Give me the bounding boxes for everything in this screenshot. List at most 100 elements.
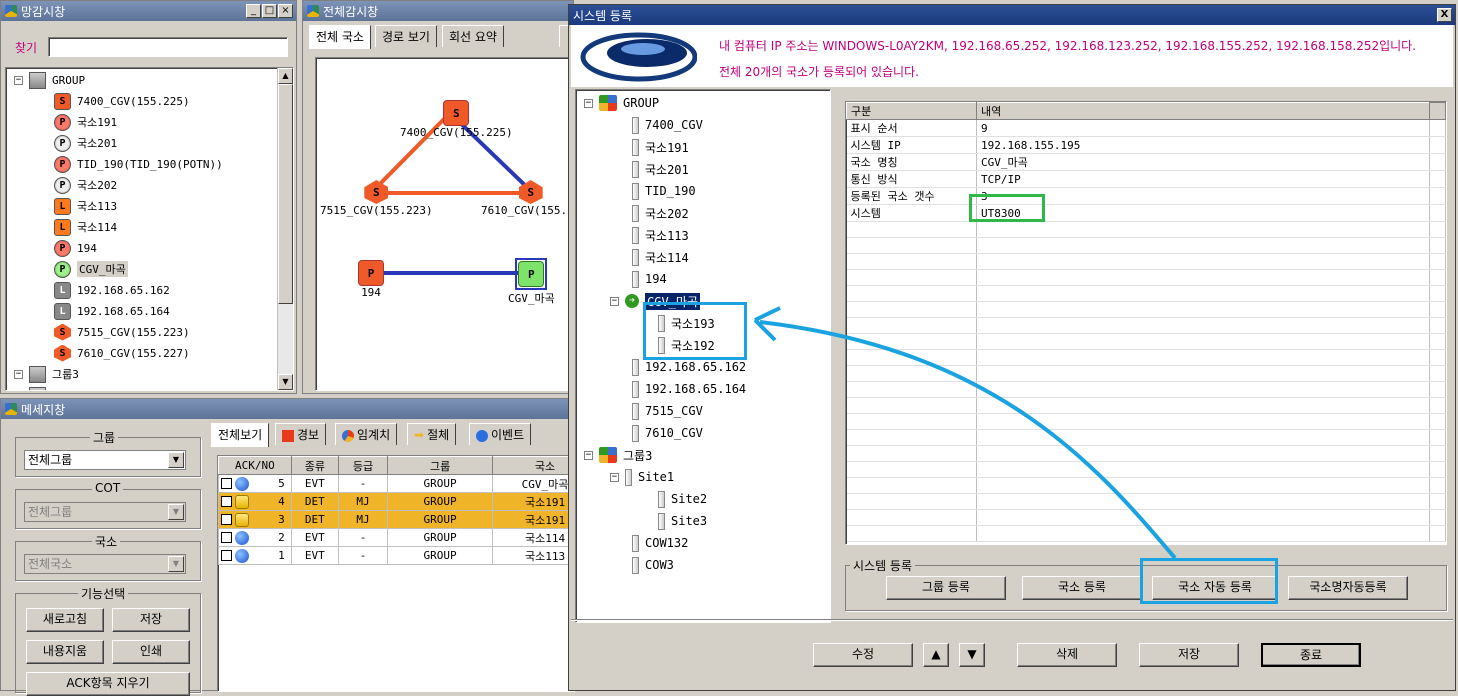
delete-button[interactable]: 삭제: [1017, 643, 1117, 667]
property-value[interactable]: TCP/IP: [976, 170, 1430, 188]
tree-item[interactable]: L 192.168.65.164: [54, 301, 170, 321]
map-node-194[interactable]: P 194: [358, 260, 384, 299]
tree-item[interactable]: 국소114: [632, 246, 689, 268]
tree-item[interactable]: P 국소202: [54, 175, 117, 195]
property-value[interactable]: CGV_마곡: [976, 153, 1430, 171]
tab-event[interactable]: 이벤트: [469, 423, 532, 445]
tree-item[interactable]: 194: [632, 268, 667, 290]
tree-item[interactable]: P CGV_마곡: [54, 259, 128, 279]
col-type[interactable]: 종류: [290, 456, 339, 475]
col-group[interactable]: 그룹: [387, 456, 494, 475]
tab-all-sites[interactable]: 전체 국소: [309, 25, 371, 49]
tree-item[interactable]: P 국소201: [54, 133, 117, 153]
tree-item[interactable]: − 그룹3: [584, 444, 652, 466]
property-row[interactable]: 국소 명칭 CGV_마곡: [846, 153, 1446, 171]
collapse-icon[interactable]: −: [14, 75, 23, 85]
refresh-button[interactable]: 새로고침: [26, 608, 104, 632]
ack-checkbox[interactable]: [221, 478, 232, 489]
property-row[interactable]: 시스템 IP 192.168.155.195: [846, 136, 1446, 154]
search-input[interactable]: [48, 37, 288, 57]
tree-item[interactable]: − GROUP: [584, 92, 659, 114]
property-row[interactable]: 시스템 UT8300: [846, 204, 1446, 222]
tree-item[interactable]: S 7400_CGV(155.225): [54, 91, 190, 111]
group-select[interactable]: 전체그룹 ▼: [24, 450, 186, 470]
tree-item[interactable]: L 국소113: [54, 196, 117, 216]
tree-item[interactable]: 국소113: [632, 224, 689, 246]
site-tree[interactable]: − GROUP S 7400_CGV(155.225) P 국소191 P 국소201 P TID…: [5, 67, 294, 391]
tree-item[interactable]: S 7610_CGV(155.227): [54, 343, 190, 363]
tree-item[interactable]: L 국소114: [54, 217, 117, 237]
tab-path-view[interactable]: 경로 보기: [375, 25, 437, 47]
move-down-button[interactable]: ▼: [959, 643, 985, 667]
tree-item[interactable]: Site2: [658, 488, 707, 510]
property-value[interactable]: 9: [976, 119, 1430, 137]
property-row[interactable]: 통신 방식 TCP/IP: [846, 170, 1446, 188]
map-node-7400[interactable]: S 7400_CGV(155.225): [400, 100, 513, 139]
clear-ack-button[interactable]: ACK항목 지우기: [26, 672, 190, 696]
tree-item[interactable]: COW3: [632, 554, 674, 576]
collapse-icon[interactable]: −: [610, 296, 619, 306]
scroll-down-arrow-icon[interactable]: ▼: [278, 374, 293, 390]
tab-alarm[interactable]: 경보: [275, 423, 327, 445]
site-select[interactable]: 전체국소 ▼: [24, 554, 186, 574]
tree-item[interactable]: P 국소191: [54, 112, 117, 132]
tree-item[interactable]: 국소201: [632, 158, 689, 180]
save-button[interactable]: 저장: [1139, 643, 1239, 667]
close-button[interactable]: ×: [278, 4, 293, 18]
prop-col-category[interactable]: 구분: [846, 102, 977, 120]
map-node-7515[interactable]: S 7515_CGV(155.223): [320, 180, 433, 217]
collapse-icon[interactable]: −: [610, 472, 619, 482]
move-up-button[interactable]: ▲: [923, 643, 949, 667]
collapse-icon[interactable]: −: [14, 369, 23, 379]
chevron-down-icon[interactable]: ▼: [168, 452, 184, 468]
ack-checkbox[interactable]: [221, 496, 232, 507]
tab-threshold[interactable]: 임계치: [335, 423, 398, 445]
property-grid[interactable]: 구분 내역 표시 순서 9 시스템 IP 192.168.155.195 국소 명칭 CG…: [845, 101, 1447, 545]
collapse-icon[interactable]: −: [14, 391, 23, 392]
tree-item[interactable]: − 그룹3: [14, 364, 79, 384]
tab-switchover[interactable]: ➡ 절체: [407, 423, 457, 445]
tree-item[interactable]: 7610_CGV: [632, 422, 703, 444]
clear-button[interactable]: 내용지움: [26, 640, 104, 664]
prop-col-value[interactable]: 내역: [976, 102, 1430, 120]
ack-checkbox[interactable]: [221, 514, 232, 525]
map-node-7610[interactable]: S 7610_CGV(155.22: [481, 180, 572, 217]
collapse-icon[interactable]: −: [584, 98, 593, 108]
col-grade[interactable]: 등급: [337, 456, 389, 475]
tree-item[interactable]: L 192.168.65.162: [54, 280, 170, 300]
property-value[interactable]: 192.168.155.195: [976, 136, 1430, 154]
table-row[interactable]: 4 DET MJ GROUP 국소191: [218, 492, 574, 511]
col-site[interactable]: 국소: [492, 456, 574, 475]
property-row[interactable]: 표시 순서 9: [846, 119, 1446, 137]
ack-checkbox[interactable]: [221, 532, 232, 543]
tree-item[interactable]: TID_190: [632, 180, 696, 202]
property-row[interactable]: 등록된 국소 갯수 3: [846, 187, 1446, 205]
tree-item[interactable]: 국소202: [632, 202, 689, 224]
scroll-up-arrow-icon[interactable]: ▲: [278, 68, 293, 84]
maximize-button[interactable]: □: [262, 4, 277, 18]
print-button[interactable]: 인쇄: [112, 640, 190, 664]
chevron-down-icon[interactable]: ▼: [168, 504, 184, 520]
tab-view-all[interactable]: 전체보기: [211, 423, 270, 447]
message-grid[interactable]: ACK/NO 종류 등급 그룹 국소 5 EVT - GROUP CGV_마곡 4 DET M…: [217, 455, 575, 692]
tree-item[interactable]: − Site1: [14, 385, 85, 392]
table-row[interactable]: 3 DET MJ GROUP 국소191: [218, 510, 574, 529]
col-ack-no[interactable]: ACK/NO: [218, 456, 292, 475]
vertical-scrollbar[interactable]: ▲ ▼: [277, 68, 293, 390]
table-row[interactable]: 2 EVT - GROUP 국소114: [218, 528, 574, 547]
cot-select[interactable]: 전체그룹 ▼: [24, 502, 186, 522]
tree-item[interactable]: 192.168.65.164: [632, 378, 746, 400]
tree-item[interactable]: COW132: [632, 532, 688, 554]
exit-button[interactable]: 종료: [1261, 643, 1361, 667]
table-row[interactable]: 1 EVT - GROUP 국소113: [218, 546, 574, 565]
ack-checkbox[interactable]: [221, 550, 232, 561]
tree-item[interactable]: − GROUP: [14, 70, 85, 90]
auto-register-site-name-button[interactable]: 국소명자동등록: [1288, 576, 1408, 600]
collapse-icon[interactable]: −: [584, 450, 593, 460]
edit-button[interactable]: 수정: [813, 643, 913, 667]
topology-map[interactable]: S 7400_CGV(155.225) S 7515_CGV(155.223) …: [315, 57, 573, 391]
tree-item[interactable]: P 194: [54, 238, 97, 258]
save-button[interactable]: 저장: [112, 608, 190, 632]
register-site-button[interactable]: 국소 등록: [1022, 576, 1142, 600]
tree-item[interactable]: P TID_190(TID_190(POTN)): [54, 154, 223, 174]
